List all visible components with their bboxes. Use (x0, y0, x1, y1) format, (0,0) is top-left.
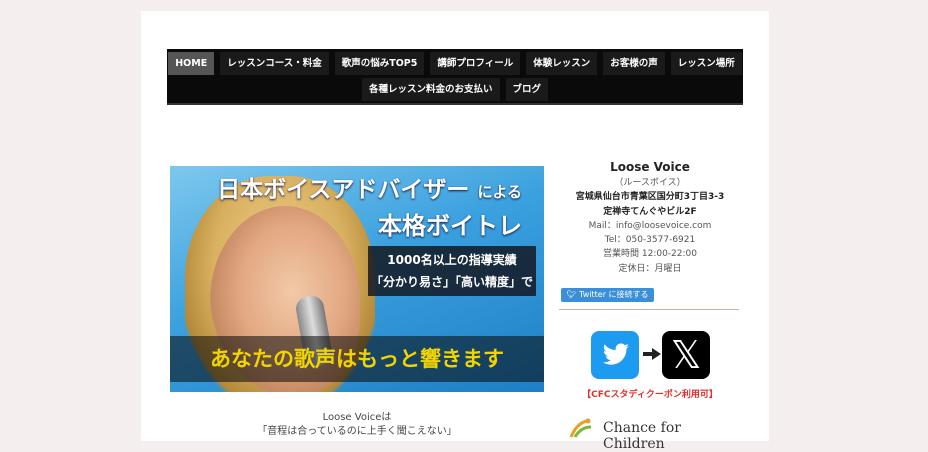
intro-line-2: 「音程は合っているのに上手く聞こえない」 (257, 426, 457, 437)
cfc-coupon-label[interactable]: 【CFCスタディクーポン利用可】 (559, 387, 741, 400)
nav-item-customer-voices[interactable]: お客様の声 (603, 52, 665, 75)
hero-headline: 日本ボイスアドバイザー による (170, 170, 544, 204)
page-content: HOME レッスンコース・料金 歌声の悩みTOP5 講師プロフィール 体験レッス… (141, 11, 769, 452)
twitter-connect-label: Twitter に接続する (579, 290, 649, 299)
sidebar-contact: Loose Voice （ルースボイス） 宮城県仙台市青葉区国分町3丁目3-3 … (559, 158, 741, 276)
twitter-bird-icon[interactable] (591, 331, 639, 379)
hero-headline-main: 日本ボイスアドバイザー (217, 177, 470, 203)
cfc-text: Chance for Children (603, 420, 681, 452)
arrow-right-icon (643, 348, 661, 360)
intro-text: Loose Voiceは 「音程は合っているのに上手く聞こえない」 (170, 411, 544, 439)
address-line-1: 宮城県仙台市青葉区国分町3丁目3-3 (575, 192, 725, 203)
hero-achievement-line2: 「分かり易さ」「高い精度」で (370, 275, 533, 289)
contact-tel: Tel：050-3577-6921 (604, 235, 696, 246)
nav-row-1: HOME レッスンコース・料金 歌声の悩みTOP5 講師プロフィール 体験レッス… (167, 52, 743, 75)
nav-item-voice-issues[interactable]: 歌声の悩みTOP5 (334, 52, 425, 75)
x-logo-icon[interactable]: 𝕏 (662, 331, 710, 379)
hero-tagline: あなたの歌声はもっと響きます (170, 336, 544, 382)
nav-item-payment[interactable]: 各種レッスン料金のお支払い (361, 78, 500, 101)
twitter-connect-button[interactable]: 🐦︎ Twitter に接続する (561, 288, 654, 302)
sidebar-divider (559, 309, 739, 310)
nav-item-blog[interactable]: ブログ (505, 78, 549, 101)
cfc-banner[interactable]: Chance for Children (559, 413, 741, 452)
holiday: 定休日：月曜日 (618, 263, 682, 274)
business-hours: 営業時間 12:00-22:00 (603, 249, 697, 260)
nav-item-trial-lesson[interactable]: 体験レッスン (526, 52, 598, 75)
cfc-logo-icon (569, 418, 592, 438)
nav-item-lesson-location[interactable]: レッスン場所 (670, 52, 742, 75)
nav-row-2: 各種レッスン料金のお支払い ブログ (167, 78, 743, 101)
hero-achievement-line1: 1000名以上の指導実績 (387, 253, 517, 267)
nav-item-instructor-profile[interactable]: 講師プロフィール (430, 52, 521, 75)
contact-mail: Mail：info@loosevoice.com (588, 220, 712, 231)
address-line-2: 定禅寺てんぐやビル2F (603, 206, 697, 217)
intro-line-1: Loose Voiceは (322, 412, 392, 423)
nav-item-lesson-course[interactable]: レッスンコース・料金 (220, 52, 329, 75)
business-reading: （ルースボイス） (614, 178, 686, 188)
main-navigation: HOME レッスンコース・料金 歌声の悩みTOP5 講師プロフィール 体験レッス… (167, 49, 743, 105)
hero-headline-suffix: による (477, 183, 522, 201)
hero-subheadline: 本格ボイトレ (378, 212, 522, 240)
nav-item-home[interactable]: HOME (168, 52, 215, 75)
business-name: Loose Voice (610, 160, 690, 174)
hero-banner[interactable]: 日本ボイスアドバイザー による 本格ボイトレ 1000名以上の指導実績 「分かり… (170, 166, 544, 392)
bird-icon: 🐦︎ (566, 290, 577, 299)
hero-achievement-box: 1000名以上の指導実績 「分かり易さ」「高い精度」で (368, 246, 536, 296)
